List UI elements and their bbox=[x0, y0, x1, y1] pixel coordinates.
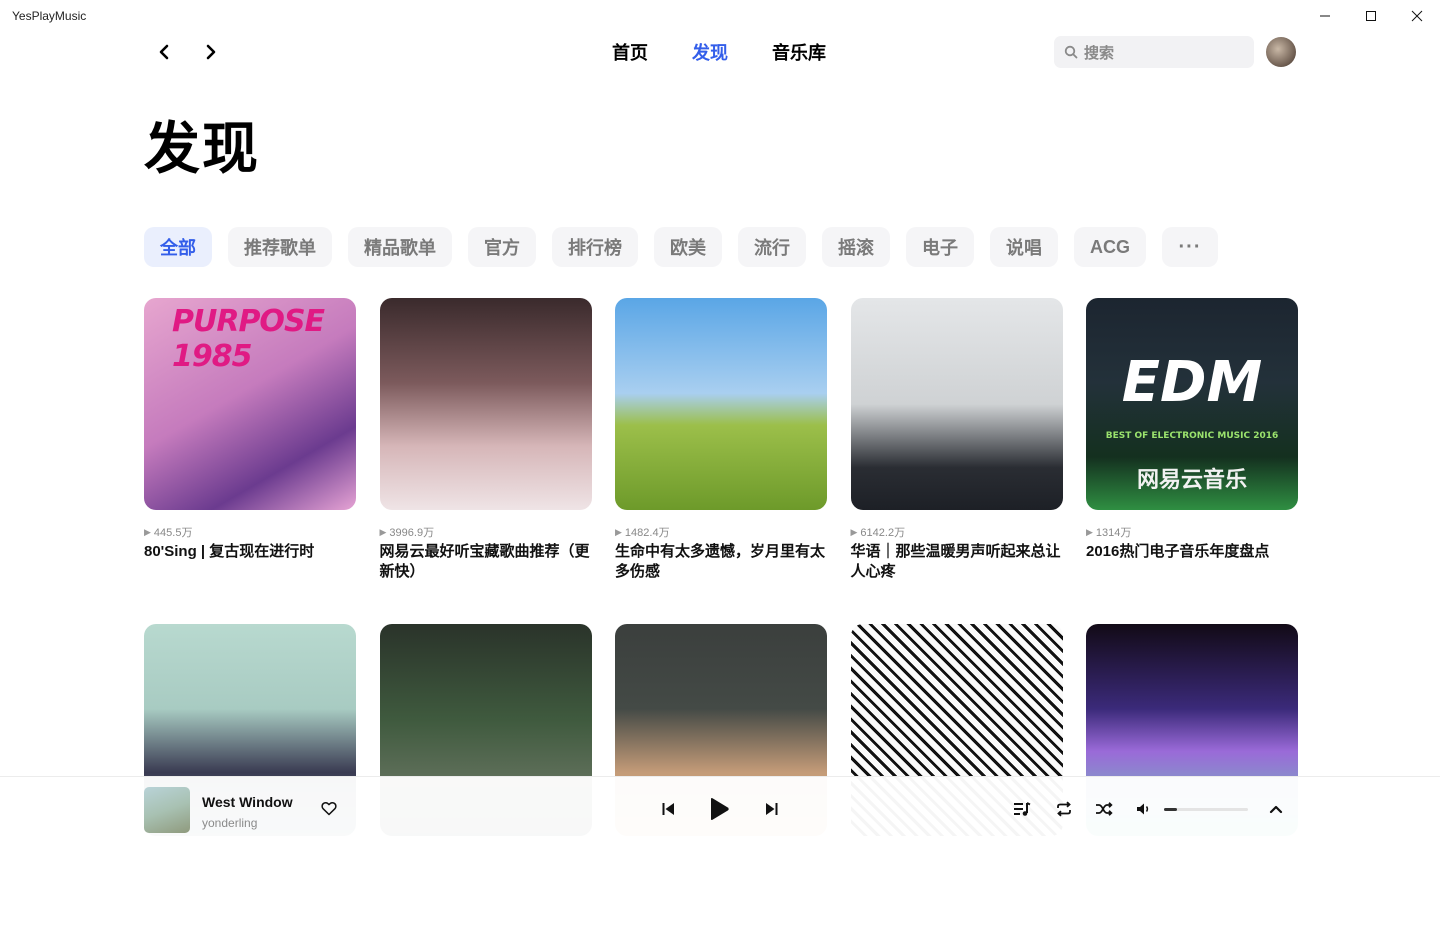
volume-icon bbox=[1137, 803, 1149, 815]
close-icon[interactable] bbox=[1394, 0, 1440, 32]
playlist-title[interactable]: 生命中有太多遗憾，岁月里有太多伤感 bbox=[615, 542, 827, 582]
playlist-card: PURPOSE 1985 ▶ 445.5万 80'Sing | 复古现在进行时 bbox=[144, 298, 356, 624]
chevron-up-icon bbox=[1269, 805, 1283, 814]
back-button[interactable] bbox=[150, 38, 178, 66]
playlist-title[interactable]: 网易云最好听宝藏歌曲推荐（更新快） bbox=[380, 542, 592, 582]
minimize-icon[interactable] bbox=[1302, 0, 1348, 32]
play-icon bbox=[711, 798, 729, 820]
playlist-card: ▶ 6142.2万 华语｜那些温暖男声听起来总让人心疼 bbox=[850, 298, 1063, 624]
play-count-icon: ▶ bbox=[615, 526, 622, 537]
playlist-title[interactable]: 80'Sing | 复古现在进行时 bbox=[144, 542, 356, 562]
avatar[interactable] bbox=[1266, 37, 1296, 67]
next-button[interactable] bbox=[762, 799, 782, 819]
app-title: YesPlayMusic bbox=[12, 9, 87, 23]
category-chip[interactable]: 流行 bbox=[738, 227, 806, 267]
cover-logo-text: PURPOSE 1985 bbox=[172, 304, 325, 374]
category-bar: 全部 推荐歌单 精品歌单 官方 排行榜 欧美 流行 摇滚 电子 说唱 ACG ·… bbox=[144, 227, 1218, 267]
maximize-icon[interactable] bbox=[1348, 0, 1394, 32]
category-chip[interactable]: ACG bbox=[1074, 227, 1146, 267]
volume-button[interactable] bbox=[1134, 799, 1154, 819]
category-chip[interactable]: 官方 bbox=[468, 227, 536, 267]
playlist-cover[interactable] bbox=[379, 298, 592, 510]
play-count-icon: ▶ bbox=[379, 526, 387, 537]
shuffle-icon bbox=[1096, 802, 1113, 816]
play-count-value: 1314万 bbox=[1095, 527, 1132, 539]
playlist-cover[interactable]: EDM BEST OF ELECTRONIC MUSIC 2016 网易云音乐 bbox=[1086, 298, 1298, 510]
repeat-icon bbox=[1057, 801, 1071, 817]
category-chip[interactable]: 精品歌单 bbox=[348, 227, 452, 267]
track-name[interactable]: West Window bbox=[202, 794, 293, 810]
playlist-title[interactable]: 2016热门电子音乐年度盘点 bbox=[1086, 542, 1298, 562]
playlist-grid: PURPOSE 1985 ▶ 445.5万 80'Sing | 复古现在进行时 ▶… bbox=[144, 298, 1298, 950]
category-chip[interactable]: 欧美 bbox=[654, 227, 722, 267]
playlist-card: EDM BEST OF ELECTRONIC MUSIC 2016 网易云音乐 … bbox=[1086, 298, 1298, 624]
shuffle-button[interactable] bbox=[1094, 799, 1114, 819]
playlist-queue-button[interactable] bbox=[1012, 799, 1032, 819]
play-count-value: 445.5万 bbox=[153, 527, 193, 539]
forward-button[interactable] bbox=[197, 38, 225, 66]
volume-slider[interactable] bbox=[1164, 808, 1248, 811]
search-input[interactable]: 搜索 bbox=[1054, 36, 1254, 68]
previous-button[interactable] bbox=[658, 799, 678, 819]
nav-home[interactable]: 首页 bbox=[612, 40, 648, 66]
play-count: ▶ 1314万 bbox=[1086, 524, 1298, 540]
play-count-value: 3996.9万 bbox=[389, 527, 435, 539]
playlist-card: ▶ 3996.9万 网易云最好听宝藏歌曲推荐（更新快） bbox=[379, 298, 592, 624]
playlist-cover[interactable] bbox=[615, 298, 827, 510]
category-chip[interactable]: 电子 bbox=[906, 227, 974, 267]
play-count-icon: ▶ bbox=[1086, 526, 1093, 537]
cover-logo-text: EDM bbox=[1121, 350, 1263, 415]
playlist-cover[interactable]: PURPOSE 1985 bbox=[144, 298, 356, 510]
nav-explore[interactable]: 发现 bbox=[692, 40, 728, 66]
chevron-right-icon bbox=[206, 44, 216, 60]
now-playing-cover[interactable] bbox=[144, 787, 190, 833]
nav-library[interactable]: 音乐库 bbox=[772, 40, 826, 66]
top-nav: 首页 发现 音乐库 bbox=[612, 40, 870, 66]
category-chip[interactable]: 排行榜 bbox=[552, 227, 638, 267]
play-count: ▶ 3996.9万 bbox=[380, 524, 592, 540]
track-artist[interactable]: yonderling bbox=[202, 816, 257, 830]
play-count: ▶ 6142.2万 bbox=[851, 524, 1063, 540]
cover-subtitle: BEST OF ELECTRONIC MUSIC 2016 bbox=[1105, 431, 1279, 441]
repeat-button[interactable] bbox=[1054, 799, 1074, 819]
category-chip[interactable]: 摇滚 bbox=[822, 227, 890, 267]
category-chip[interactable]: 推荐歌单 bbox=[228, 227, 332, 267]
playlist-title[interactable]: 华语｜那些温暖男声听起来总让人心疼 bbox=[851, 542, 1063, 582]
category-chip[interactable]: 说唱 bbox=[990, 227, 1058, 267]
page-title: 发现 bbox=[144, 117, 260, 180]
category-chip[interactable]: 全部 bbox=[144, 227, 212, 267]
play-count: ▶ 1482.4万 bbox=[615, 524, 827, 540]
search-placeholder: 搜索 bbox=[1084, 44, 1115, 62]
play-count-value: 6142.2万 bbox=[860, 527, 906, 539]
playlist-card: ▶ 1482.4万 生命中有太多遗憾，岁月里有太多伤感 bbox=[615, 298, 827, 624]
play-count-icon: ▶ bbox=[144, 526, 151, 537]
player-bar: West Window yonderling bbox=[0, 776, 1440, 840]
play-count: ▶ 445.5万 bbox=[144, 524, 356, 540]
chevron-left-icon bbox=[159, 44, 169, 60]
more-categories-button[interactable]: ··· bbox=[1162, 227, 1218, 267]
title-bar: YesPlayMusic bbox=[0, 0, 1440, 32]
volume-slider-fill bbox=[1164, 808, 1177, 811]
play-button[interactable] bbox=[705, 795, 733, 823]
queue-icon bbox=[1014, 802, 1031, 816]
search-icon bbox=[1064, 45, 1078, 59]
skip-previous-icon bbox=[662, 803, 674, 815]
playlist-cover[interactable] bbox=[850, 298, 1063, 510]
play-count-value: 1482.4万 bbox=[624, 527, 670, 539]
expand-lyrics-button[interactable] bbox=[1266, 799, 1286, 819]
like-button[interactable] bbox=[320, 799, 338, 817]
skip-next-icon bbox=[766, 803, 778, 815]
cover-brand-text: 网易云音乐 bbox=[1136, 468, 1247, 493]
play-count-icon: ▶ bbox=[850, 526, 858, 537]
heart-icon bbox=[321, 801, 337, 815]
